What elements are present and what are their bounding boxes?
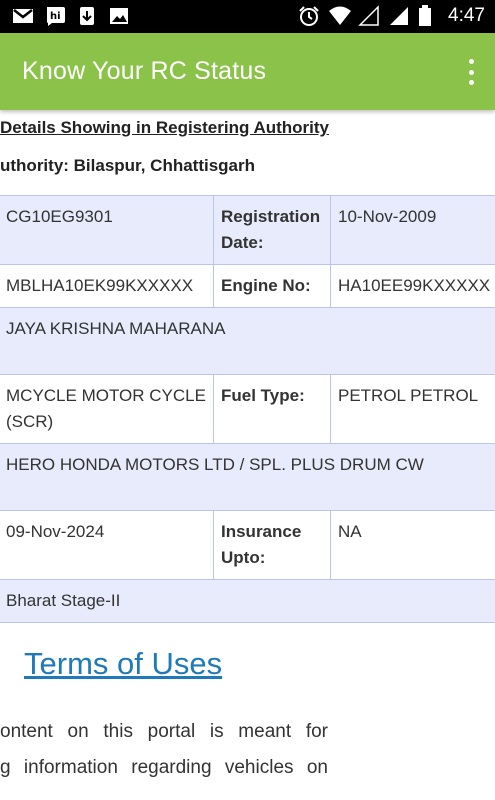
battery-icon xyxy=(418,5,440,27)
signal-icon xyxy=(388,5,410,27)
owner-name: JAYA KRISHNA MAHARANA xyxy=(0,307,495,375)
content-area[interactable]: Details Showing in Registering Authority… xyxy=(0,110,495,800)
gmail-icon xyxy=(12,5,34,27)
engine-number-label: Engine No: xyxy=(213,264,331,308)
rc-details-table: CG10EG9301 Registration Date: 10-Nov-200… xyxy=(0,195,495,623)
terms-text-line: ontent on this portal is meant for xyxy=(0,721,328,742)
terms-of-uses-link[interactable]: Terms of Uses xyxy=(24,646,222,682)
fitness-date: 09-Nov-2024 xyxy=(0,510,214,580)
image-icon xyxy=(108,5,130,27)
more-vert-icon[interactable] xyxy=(467,59,475,85)
svg-text:hi: hi xyxy=(50,11,61,22)
table-row: JAYA KRISHNA MAHARANA xyxy=(0,307,495,375)
chassis-number: MBLHA10EK99KXXXXX xyxy=(0,264,214,308)
engine-number-value: HA10EE99KXXXXX xyxy=(330,264,495,308)
table-row: MCYCLE MOTOR CYCLE (SCR) Fuel Type: PETR… xyxy=(0,374,495,444)
status-bar: hi 4:47 xyxy=(0,0,495,33)
hike-icon: hi xyxy=(44,5,66,27)
insurance-upto-value: NA xyxy=(330,510,495,580)
signal-icon xyxy=(358,5,380,27)
table-row: CG10EG9301 Registration Date: 10-Nov-200… xyxy=(0,195,495,265)
registration-date-label: Registration Date: xyxy=(213,195,331,265)
vehicle-class: MCYCLE MOTOR CYCLE (SCR) xyxy=(0,374,214,444)
table-row: MBLHA10EK99KXXXXX Engine No: HA10EE99KXX… xyxy=(0,264,495,308)
app-bar: Know Your RC Status xyxy=(0,33,495,110)
emission-norms: Bharat Stage-II xyxy=(0,579,495,623)
insurance-upto-label: Insurance Upto: xyxy=(213,510,331,580)
fuel-type-label: Fuel Type: xyxy=(213,374,331,444)
maker-model: HERO HONDA MOTORS LTD / SPL. PLUS DRUM C… xyxy=(0,443,495,511)
table-row: 09-Nov-2024 Insurance Upto: NA xyxy=(0,510,495,580)
registration-number: CG10EG9301 xyxy=(0,195,214,265)
wifi-icon xyxy=(328,5,352,27)
status-time: 4:47 xyxy=(448,5,485,26)
terms-text-line: g information regarding vehicles on xyxy=(0,757,328,778)
table-row: HERO HONDA MOTORS LTD / SPL. PLUS DRUM C… xyxy=(0,443,495,511)
download-icon xyxy=(76,5,98,27)
alarm-icon xyxy=(298,5,320,27)
registration-date-value: 10-Nov-2009 xyxy=(330,195,495,265)
fuel-type-value: PETROL PETROL xyxy=(330,374,495,444)
registering-authority: uthority: Bilaspur, Chhattisgarh xyxy=(0,156,256,175)
table-row: Bharat Stage-II xyxy=(0,579,495,623)
app-title: Know Your RC Status xyxy=(22,57,267,85)
section-heading: Details Showing in Registering Authority xyxy=(0,118,330,137)
